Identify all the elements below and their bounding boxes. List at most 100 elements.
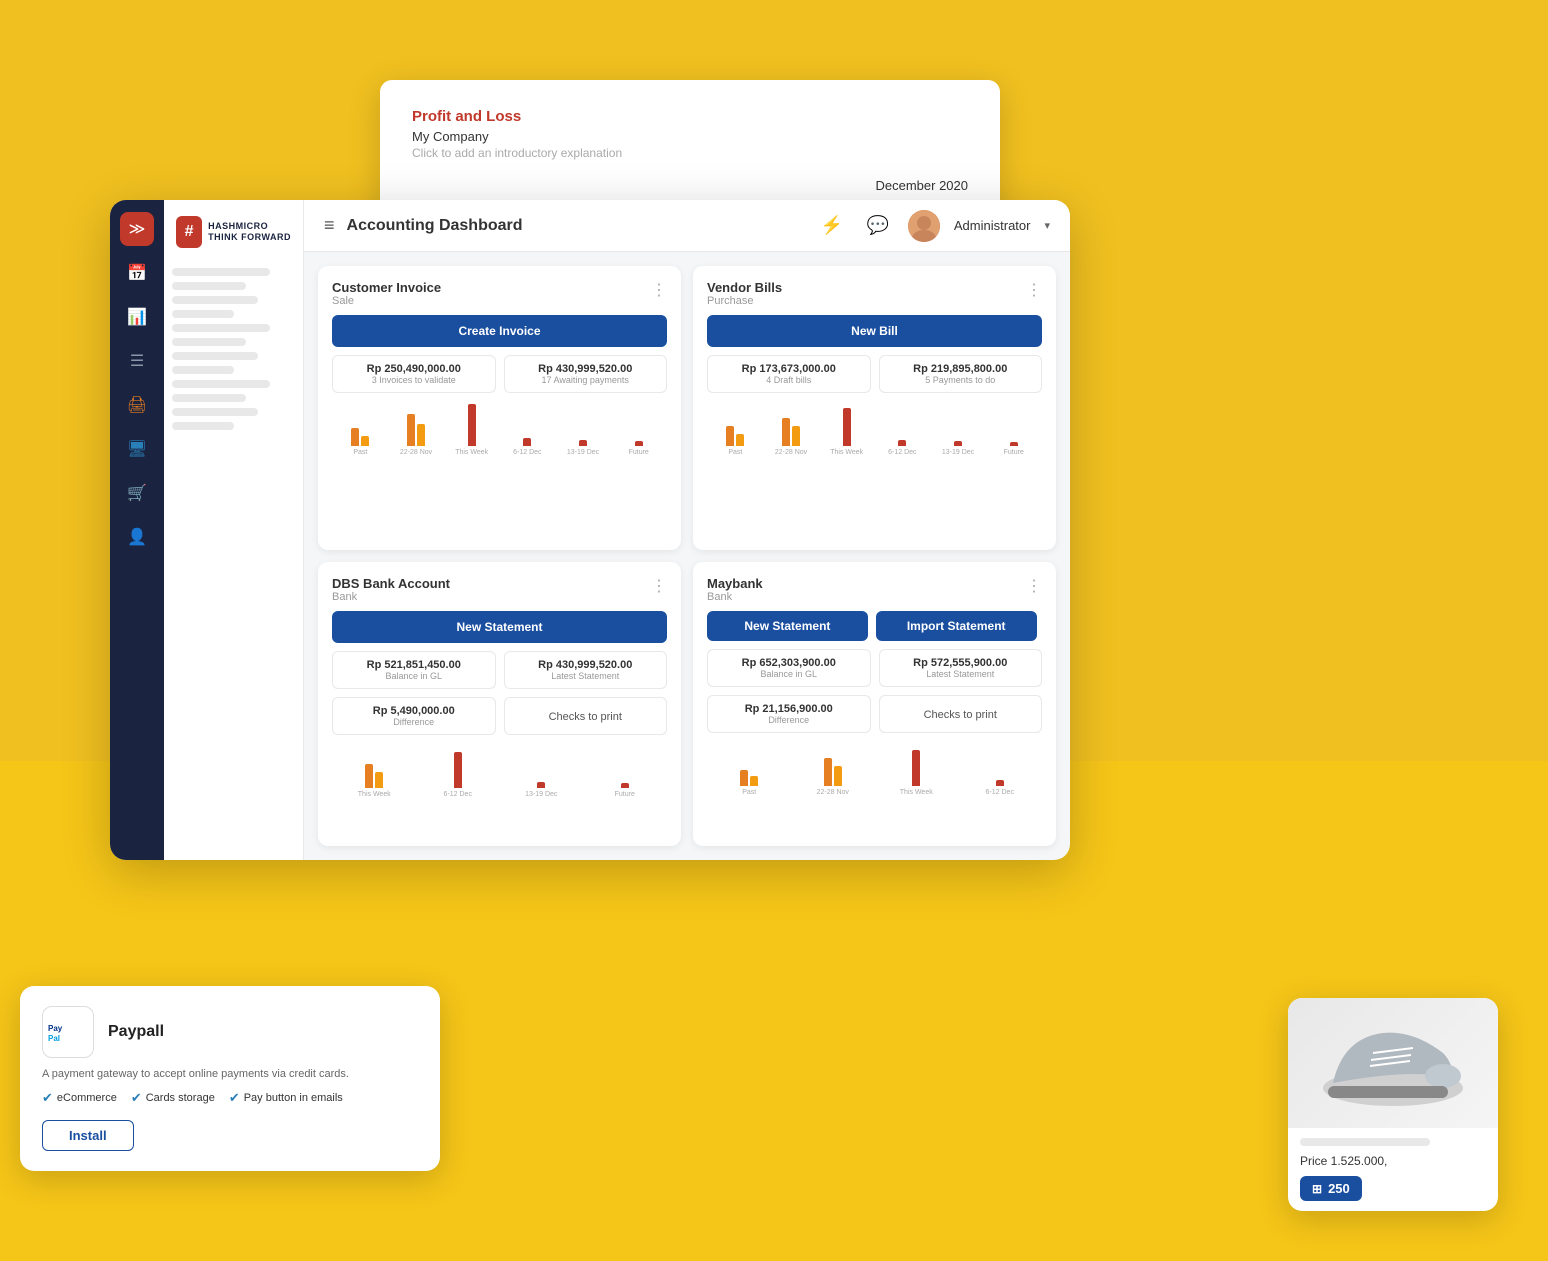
vendor-bills-stat2-amount: Rp 219,895,800.00: [888, 363, 1034, 375]
lightning-icon[interactable]: ⚡: [816, 210, 848, 242]
dbs-stat4-label: Checks to print: [513, 705, 659, 723]
paypal-feature-paybtn: ✔ Pay button in emails: [229, 1090, 343, 1106]
customer-invoice-title: Customer Invoice: [332, 280, 441, 295]
mb-bar-this-week: This Week: [876, 750, 957, 796]
bar-group-22-28: 22-28 Nov: [390, 414, 443, 456]
sidebar-icon-chart[interactable]: 📊: [120, 300, 154, 334]
customer-invoice-stat2: Rp 430,999,520.00 17 Awaiting payments: [504, 355, 668, 393]
new-bill-button[interactable]: New Bill: [707, 315, 1042, 347]
paypal-feature-cards-label: Cards storage: [146, 1092, 215, 1104]
sidebar-icon-calendar[interactable]: 📅: [120, 256, 154, 290]
dbs-bar-6-12: 6-12 Dec: [418, 752, 499, 798]
admin-label[interactable]: Administrator: [954, 218, 1031, 233]
dbs-bank-widget: DBS Bank Account Bank ⋮ New Statement Rp…: [318, 562, 681, 846]
dashboard-grid: Customer Invoice Sale ⋮ Create Invoice R…: [304, 252, 1070, 860]
mb-bar-past: Past: [709, 770, 790, 796]
dbs-stat2-amount: Rp 430,999,520.00: [513, 659, 659, 671]
maybank-import-statement-button[interactable]: Import Statement: [876, 611, 1037, 641]
paypal-feature-paybtn-label: Pay button in emails: [244, 1092, 343, 1104]
maybank-menu[interactable]: ⋮: [1026, 576, 1042, 596]
dbs-stat4: Checks to print: [504, 697, 668, 735]
vendor-bills-widget: Vendor Bills Purchase ⋮ New Bill Rp 173,…: [693, 266, 1056, 550]
svg-text:Pay: Pay: [48, 1024, 63, 1033]
check-cards-icon: ✔: [131, 1090, 142, 1106]
logo-hash-icon: #: [176, 216, 202, 248]
left-nav: # HASHMICRO THINK FORWARD: [164, 200, 304, 860]
vendor-bills-header: Vendor Bills Purchase ⋮: [707, 280, 1042, 307]
bar-group-this-week: This Week: [445, 404, 498, 456]
paypal-features: ✔ eCommerce ✔ Cards storage ✔ Pay button…: [42, 1090, 418, 1106]
dbs-stat3-label: Difference: [341, 717, 487, 727]
customer-invoice-stat1-label: 3 Invoices to validate: [341, 375, 487, 385]
dbs-stat1: Rp 521,851,450.00 Balance in GL: [332, 651, 496, 689]
check-ecommerce-icon: ✔: [42, 1090, 53, 1106]
pnl-company: My Company: [412, 129, 968, 144]
maybank-new-statement-button[interactable]: New Statement: [707, 611, 868, 641]
maybank-title: Maybank: [707, 576, 763, 591]
nav-line-1: [172, 268, 270, 276]
customer-invoice-stat2-amount: Rp 430,999,520.00: [513, 363, 659, 375]
mb-bar-6-12: 6-12 Dec: [960, 780, 1041, 796]
maybank-subtitle: Bank: [707, 591, 763, 603]
vb-bar-past: Past: [709, 426, 762, 456]
vb-bar-future: Future: [987, 442, 1040, 456]
install-button[interactable]: Install: [42, 1120, 134, 1151]
nav-line-4: [172, 310, 234, 318]
dbs-bank-menu[interactable]: ⋮: [651, 576, 667, 596]
hamburger-icon[interactable]: ≡: [324, 215, 335, 236]
chat-icon[interactable]: 💬: [862, 210, 894, 242]
sidebar-icon-print[interactable]: 🖨: [120, 388, 154, 422]
dbs-bar-this-week: This Week: [334, 764, 415, 798]
paypal-feature-cards: ✔ Cards storage: [131, 1090, 215, 1106]
nav-line-5: [172, 324, 270, 332]
check-paybtn-icon: ✔: [229, 1090, 240, 1106]
nav-line-8: [172, 366, 234, 374]
badge-grid-icon: ⊞: [1312, 1182, 1322, 1196]
sidebar-icon-list[interactable]: ☰: [120, 344, 154, 378]
dbs-stat3: Rp 5,490,000.00 Difference: [332, 697, 496, 735]
paypal-header: Pay Pal Paypall: [42, 1006, 418, 1058]
maybank-stat1-label: Balance in GL: [716, 669, 862, 679]
dbs-new-statement-button[interactable]: New Statement: [332, 611, 667, 643]
maybank-stat1: Rp 652,303,900.00 Balance in GL: [707, 649, 871, 687]
customer-invoice-stats: Rp 250,490,000.00 3 Invoices to validate…: [332, 355, 667, 393]
vendor-bills-menu[interactable]: ⋮: [1026, 280, 1042, 300]
paypal-description: A payment gateway to accept online payme…: [42, 1068, 418, 1080]
vb-bar-6-12: 6-12 Dec: [876, 440, 929, 456]
nav-line-9: [172, 380, 270, 388]
pnl-date: December 2020: [412, 178, 968, 193]
dbs-bank-title: DBS Bank Account: [332, 576, 450, 591]
paypal-name-group: Paypall: [108, 1023, 164, 1041]
bar-group-13-19: 13-19 Dec: [557, 440, 610, 456]
svg-text:Pal: Pal: [48, 1034, 60, 1043]
sidebar-icon-user[interactable]: 👤: [120, 520, 154, 554]
dbs-bank-title-group: DBS Bank Account Bank: [332, 576, 450, 603]
admin-caret[interactable]: ▾: [1044, 219, 1050, 232]
header-icons: ⚡ 💬 Administrator ▾: [816, 210, 1050, 242]
nav-line-7: [172, 352, 258, 360]
product-image: [1288, 998, 1498, 1128]
vendor-bills-stat1-label: 4 Draft bills: [716, 375, 862, 385]
paypal-name: Paypall: [108, 1023, 164, 1041]
product-price-bar: [1300, 1138, 1430, 1146]
dbs-stats-row2: Rp 5,490,000.00 Difference Checks to pri…: [332, 697, 667, 735]
customer-invoice-menu[interactable]: ⋮: [651, 280, 667, 300]
pnl-intro: Click to add an introductory explanation: [412, 146, 968, 160]
nav-line-3: [172, 296, 258, 304]
maybank-stat3-label: Difference: [716, 715, 862, 725]
dbs-bank-header: DBS Bank Account Bank ⋮: [332, 576, 667, 603]
product-badge-num: 250: [1328, 1181, 1350, 1196]
dashboard-window: ≫ 📅 📊 ☰ 🖨 🖥 🛒 👤 # HASHMICRO THINK FORWAR…: [110, 200, 1070, 860]
dbs-bank-subtitle: Bank: [332, 591, 450, 603]
paypal-feature-ecommerce-label: eCommerce: [57, 1092, 117, 1104]
nav-line-6: [172, 338, 246, 346]
paypal-feature-ecommerce: ✔ eCommerce: [42, 1090, 117, 1106]
sidebar-icon-double-arrow[interactable]: ≫: [120, 212, 154, 246]
paypal-card: Pay Pal Paypall A payment gateway to acc…: [20, 986, 440, 1171]
sidebar-icon-monitor[interactable]: 🖥: [120, 432, 154, 466]
create-invoice-button[interactable]: Create Invoice: [332, 315, 667, 347]
dbs-stat1-label: Balance in GL: [341, 671, 487, 681]
vendor-bills-title: Vendor Bills: [707, 280, 782, 295]
nav-line-10: [172, 394, 246, 402]
sidebar-icon-cart[interactable]: 🛒: [120, 476, 154, 510]
